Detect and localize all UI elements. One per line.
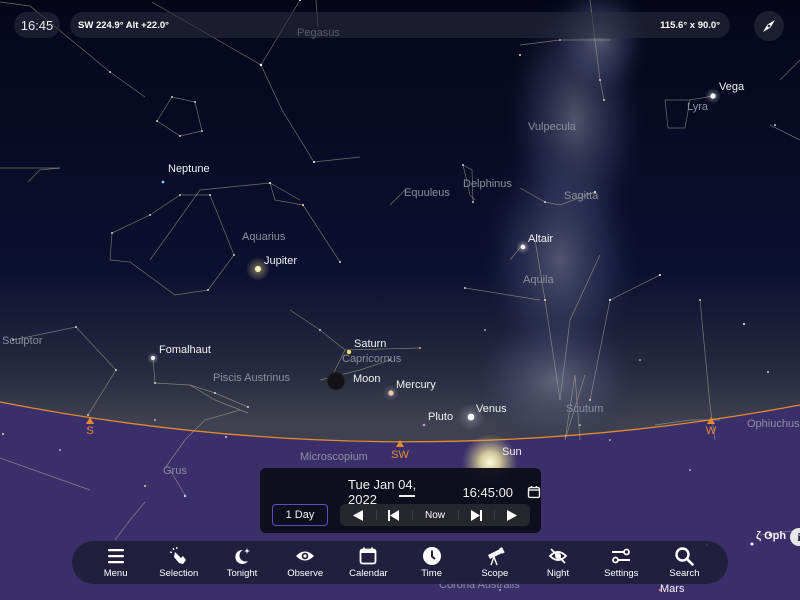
constellation-label-microscopium[interactable]: Microscopium — [300, 451, 368, 463]
body-label-fomalhaut[interactable]: Fomalhaut — [159, 344, 211, 356]
toolbar-observe-button[interactable]: Observe — [274, 541, 337, 584]
date-time-row: Tue Jan 04, 2022 16:45:00 — [348, 477, 541, 507]
pointing-info-bar: SW 224.9° Alt +22.0° 115.6° x 90.0° — [70, 12, 730, 38]
constellation-label-scutum[interactable]: Scutum — [566, 403, 603, 415]
clock-display: 16:45 — [14, 12, 60, 38]
body-label-mars[interactable]: Mars — [660, 583, 684, 595]
play-icon — [507, 509, 518, 521]
toolbar-settings-label: Settings — [604, 568, 639, 579]
cardinal-label-sw: SW — [391, 449, 409, 461]
sliders-icon — [612, 548, 631, 564]
weekday-month: Tue Jan — [348, 477, 395, 492]
constellation-label-aquila[interactable]: Aquila — [523, 274, 554, 286]
time-control-panel: Tue Jan 04, 2022 16:45:00 1 Day Now — [260, 468, 541, 533]
time-step-button[interactable]: 1 Day — [272, 504, 328, 526]
bottom-toolbar: Menu Selection Tonight Observe Calendar … — [72, 541, 728, 584]
toolbar-calendar-label: Calendar — [349, 568, 388, 579]
constellation-label-vulpecula[interactable]: Vulpecula — [528, 121, 576, 133]
toolbar-night-button[interactable]: Night — [526, 541, 589, 584]
cardinal-label-s: S — [86, 425, 94, 437]
toolbar-selection-button[interactable]: Selection — [147, 541, 210, 584]
compass-icon — [763, 20, 775, 32]
moon-stars-icon — [235, 548, 250, 564]
toolbar-time-label: Time — [421, 568, 442, 579]
constellation-label-capricornus[interactable]: Capricornus — [342, 353, 401, 365]
skip-forward-button[interactable] — [458, 504, 494, 526]
body-label-mercury[interactable]: Mercury — [396, 379, 436, 391]
skip-forward-icon — [470, 509, 482, 521]
toolbar-scope-button[interactable]: Scope — [463, 541, 526, 584]
toolbar-tonight-label: Tonight — [226, 568, 258, 579]
search-icon — [675, 547, 695, 566]
toolbar-search-button[interactable]: Search — [653, 541, 716, 584]
pointing-readout: SW 224.9° Alt +22.0° — [78, 19, 169, 31]
body-label-saturn[interactable]: Saturn — [354, 338, 386, 350]
constellation-label-sculptor[interactable]: Sculptor — [2, 335, 42, 347]
body-label-vega[interactable]: Vega — [719, 81, 744, 93]
eye-icon — [296, 551, 315, 561]
toolbar-night-label: Night — [546, 568, 570, 579]
step-forward-button[interactable] — [494, 504, 530, 526]
field-of-view-readout: 115.6° x 90.0° — [660, 19, 720, 31]
constellation-label-aquarius[interactable]: Aquarius — [242, 231, 285, 243]
step-back-button[interactable] — [340, 504, 376, 526]
telescope-icon — [487, 547, 505, 566]
constellation-label-grus[interactable]: Grus — [163, 465, 187, 477]
body-label-venus[interactable]: Venus — [476, 403, 507, 415]
calendar-icon — [360, 547, 377, 565]
toolbar-settings-button[interactable]: Settings — [590, 541, 653, 584]
date-display[interactable]: Tue Jan 04, 2022 — [348, 477, 448, 507]
body-label-moon[interactable]: Moon — [353, 373, 381, 385]
body-label-pluto[interactable]: Pluto — [428, 411, 453, 423]
clock-icon — [422, 547, 441, 565]
body-label-jupiter[interactable]: Jupiter — [264, 255, 297, 267]
toolbar-menu-label: Menu — [103, 568, 128, 579]
toolbar-menu-button[interactable]: Menu — [84, 541, 147, 584]
toolbar-observe-label: Observe — [287, 568, 324, 579]
skip-back-button[interactable] — [375, 504, 412, 526]
constellation-label-equuleus[interactable]: Equuleus — [404, 187, 450, 199]
constellation-label-lyra[interactable]: Lyra — [687, 101, 708, 113]
play-reverse-icon — [352, 509, 363, 521]
night-mode-icon — [548, 548, 568, 564]
compass-button[interactable] — [754, 11, 784, 41]
skip-back-icon — [388, 509, 400, 521]
constellation-label-sagitta[interactable]: Sagitta — [564, 190, 598, 202]
body-label-sun[interactable]: Sun — [502, 446, 522, 458]
time-display[interactable]: 16:45:00 — [462, 485, 513, 500]
body-label-zeta-oph[interactable]: ζ Oph — [756, 530, 786, 542]
date-day-field[interactable]: 04, — [398, 477, 416, 492]
now-button[interactable]: Now — [411, 504, 459, 526]
toolbar-tonight-button[interactable]: Tonight — [210, 541, 273, 584]
toolbar-time-button[interactable]: Time — [400, 541, 463, 584]
toolbar-selection-label: Selection — [159, 568, 199, 579]
constellation-label-delphinus[interactable]: Delphinus — [463, 178, 512, 190]
cardinal-label-w: W — [705, 425, 717, 437]
toolbar-calendar-button[interactable]: Calendar — [337, 541, 400, 584]
time-controls: Now — [340, 504, 530, 526]
constellation-label-ophiuchus[interactable]: Ophiuchus — [747, 418, 800, 430]
menu-icon — [107, 549, 124, 564]
toolbar-scope-label: Scope — [481, 568, 509, 579]
constellation-label-piscis-austrinus[interactable]: Piscis Austrinus — [213, 372, 290, 384]
body-label-altair[interactable]: Altair — [528, 233, 553, 245]
selection-hand-icon — [169, 546, 186, 564]
calendar-picker-icon[interactable] — [527, 485, 541, 499]
toolbar-search-label: Search — [669, 568, 700, 579]
body-label-neptune[interactable]: Neptune — [168, 163, 210, 175]
